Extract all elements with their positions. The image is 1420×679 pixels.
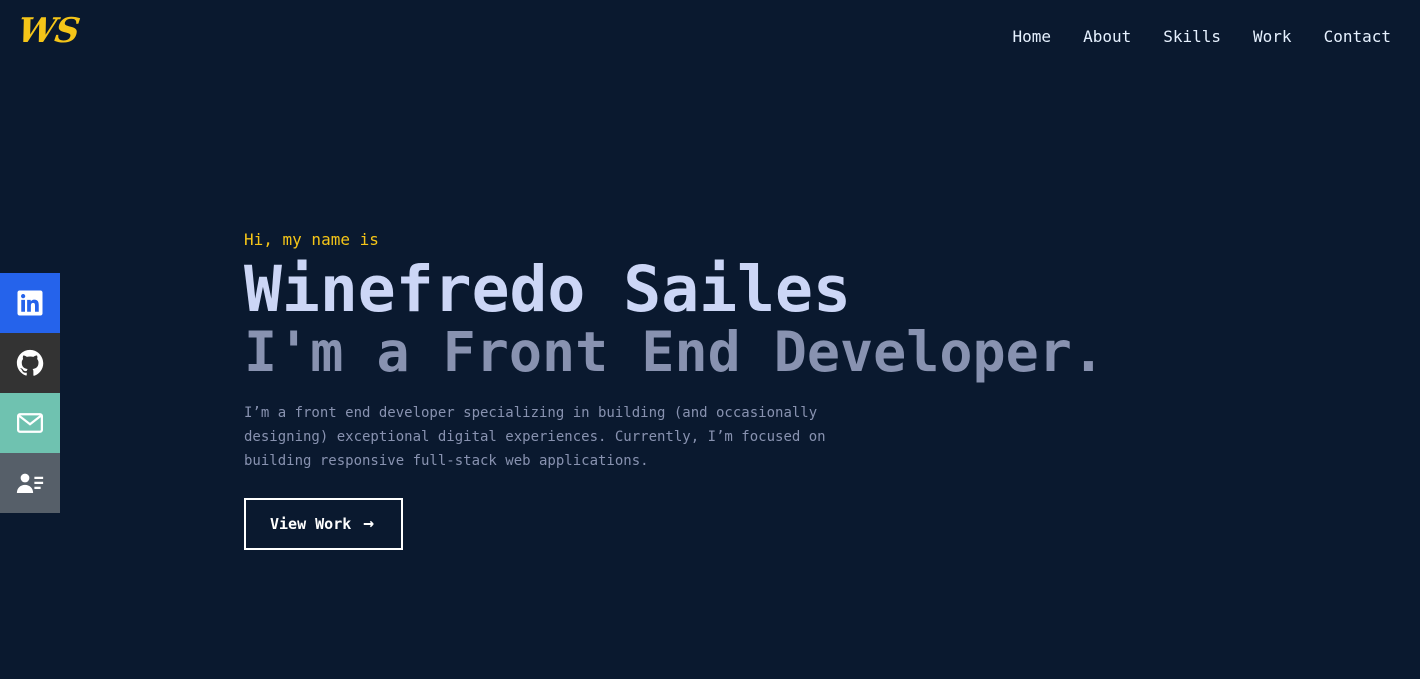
page: WS Home About Skills Work Contact Hi, my… (0, 0, 1420, 679)
github-icon (16, 349, 44, 376)
main-nav: Home About Skills Work Contact (981, 26, 1391, 48)
view-work-label: View Work (270, 515, 352, 533)
mail-icon (17, 413, 43, 433)
hero-role: I'm a Front End Developer. (244, 320, 1105, 384)
linkedin-link[interactable] (0, 273, 60, 333)
logo[interactable]: WS (15, 11, 81, 51)
arrow-right-icon: → (363, 513, 375, 534)
nav-contact[interactable]: Contact (1324, 26, 1391, 48)
hero-section: Hi, my name is Winefredo Sailes I'm a Fr… (244, 229, 1144, 550)
social-sidebar (0, 273, 60, 513)
email-link[interactable] (0, 393, 60, 453)
view-work-button[interactable]: View Work → (244, 498, 403, 550)
hero-name: Winefredo Sailes (244, 253, 851, 326)
nav-home[interactable]: Home (1013, 26, 1052, 48)
nav-skills[interactable]: Skills (1163, 26, 1221, 48)
nav-about[interactable]: About (1083, 26, 1131, 48)
greeting-text: Hi, my name is (244, 230, 379, 249)
hero-description: I’m a front end developer specializing i… (244, 405, 826, 469)
resume-link[interactable] (0, 453, 60, 513)
github-link[interactable] (0, 333, 60, 393)
nav-work[interactable]: Work (1253, 26, 1292, 48)
linkedin-icon (17, 290, 43, 316)
resume-icon (16, 473, 44, 493)
